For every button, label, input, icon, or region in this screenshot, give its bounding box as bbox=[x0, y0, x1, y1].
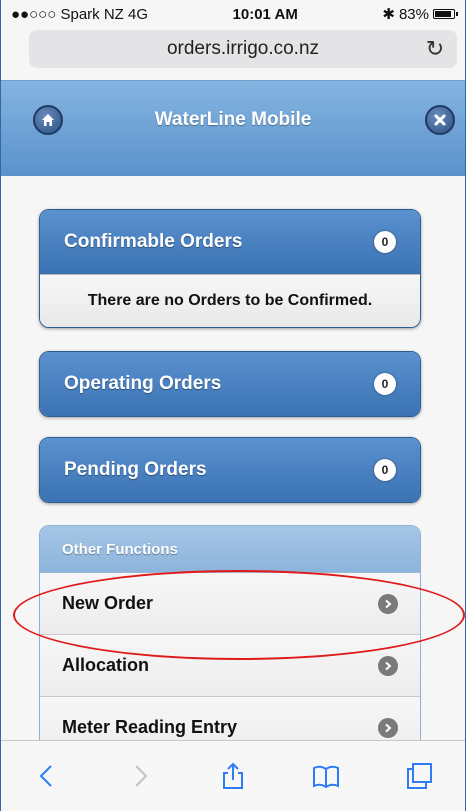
app-header: WaterLine Mobile bbox=[1, 80, 465, 176]
confirmable-orders-card: Confirmable Orders 0 There are no Orders… bbox=[39, 209, 421, 328]
count-badge: 0 bbox=[374, 231, 396, 253]
url-text: orders.irrigo.co.nz bbox=[166, 38, 320, 59]
list-item-label: Allocation bbox=[62, 655, 150, 675]
home-icon bbox=[42, 114, 54, 126]
close-icon bbox=[434, 114, 446, 126]
count-badge: 0 bbox=[374, 459, 396, 481]
back-button[interactable] bbox=[25, 754, 69, 798]
card-title: Confirmable Orders bbox=[64, 231, 243, 252]
allocation-item[interactable]: Allocation bbox=[40, 635, 420, 697]
operating-orders-button[interactable]: Operating Orders 0 bbox=[40, 352, 420, 416]
count-badge: 0 bbox=[374, 373, 396, 395]
tabs-icon bbox=[406, 763, 432, 789]
reload-icon[interactable]: ↻ bbox=[423, 36, 447, 62]
battery-icon bbox=[432, 9, 458, 19]
list-item-label: Meter Reading Entry bbox=[62, 717, 238, 737]
status-bar: ●●○○○ Spark NZ 4G 10:01 AM ✱ 83% bbox=[1, 0, 465, 28]
confirmable-orders-button[interactable]: Confirmable Orders 0 bbox=[40, 210, 420, 274]
pending-orders-button[interactable]: Pending Orders 0 bbox=[40, 438, 420, 502]
chevron-right-icon bbox=[378, 593, 398, 614]
share-icon bbox=[222, 762, 243, 789]
other-functions-title: Other Functions bbox=[40, 526, 420, 573]
home-button[interactable] bbox=[33, 105, 63, 135]
chevron-left-icon bbox=[39, 765, 53, 787]
battery-percent: 83% bbox=[398, 5, 429, 23]
page-title: WaterLine Mobile bbox=[154, 109, 312, 130]
other-functions-list: Other Functions New Order Allocation Met… bbox=[39, 525, 421, 765]
operating-orders-card: Operating Orders 0 bbox=[39, 351, 421, 417]
tabs-button[interactable] bbox=[397, 754, 441, 798]
list-item-label: New Order bbox=[62, 593, 154, 613]
chevron-right-icon bbox=[378, 655, 398, 676]
card-title: Operating Orders bbox=[64, 373, 222, 394]
close-button[interactable] bbox=[425, 105, 455, 135]
card-title: Pending Orders bbox=[64, 459, 207, 480]
share-button[interactable] bbox=[211, 754, 255, 798]
bluetooth-icon: ✱ bbox=[382, 6, 395, 23]
header-bar: WaterLine Mobile bbox=[1, 101, 465, 139]
book-icon bbox=[312, 765, 339, 789]
phone-screen: ●●○○○ Spark NZ 4G 10:01 AM ✱ 83% orders.… bbox=[0, 0, 466, 811]
pending-orders-card: Pending Orders 0 bbox=[39, 437, 421, 503]
address-bar[interactable]: orders.irrigo.co.nz ↻ bbox=[29, 30, 457, 68]
carrier-info: ●●○○○ Spark NZ 4G bbox=[11, 6, 148, 23]
clock: 10:01 AM bbox=[232, 5, 298, 23]
status-right: ✱ 83% bbox=[382, 5, 458, 23]
chevron-right-icon bbox=[135, 765, 148, 787]
carrier-label: ●●○○○ Spark NZ 4G bbox=[11, 5, 148, 23]
card-message: There are no Orders to be Confirmed. bbox=[40, 274, 420, 327]
new-order-item[interactable]: New Order bbox=[40, 573, 420, 635]
chevron-right-icon bbox=[378, 717, 398, 738]
browser-toolbar bbox=[1, 740, 465, 811]
bookmarks-button[interactable] bbox=[304, 754, 348, 798]
main-content: Confirmable Orders 0 There are no Orders… bbox=[1, 176, 465, 765]
forward-button[interactable] bbox=[118, 754, 162, 798]
